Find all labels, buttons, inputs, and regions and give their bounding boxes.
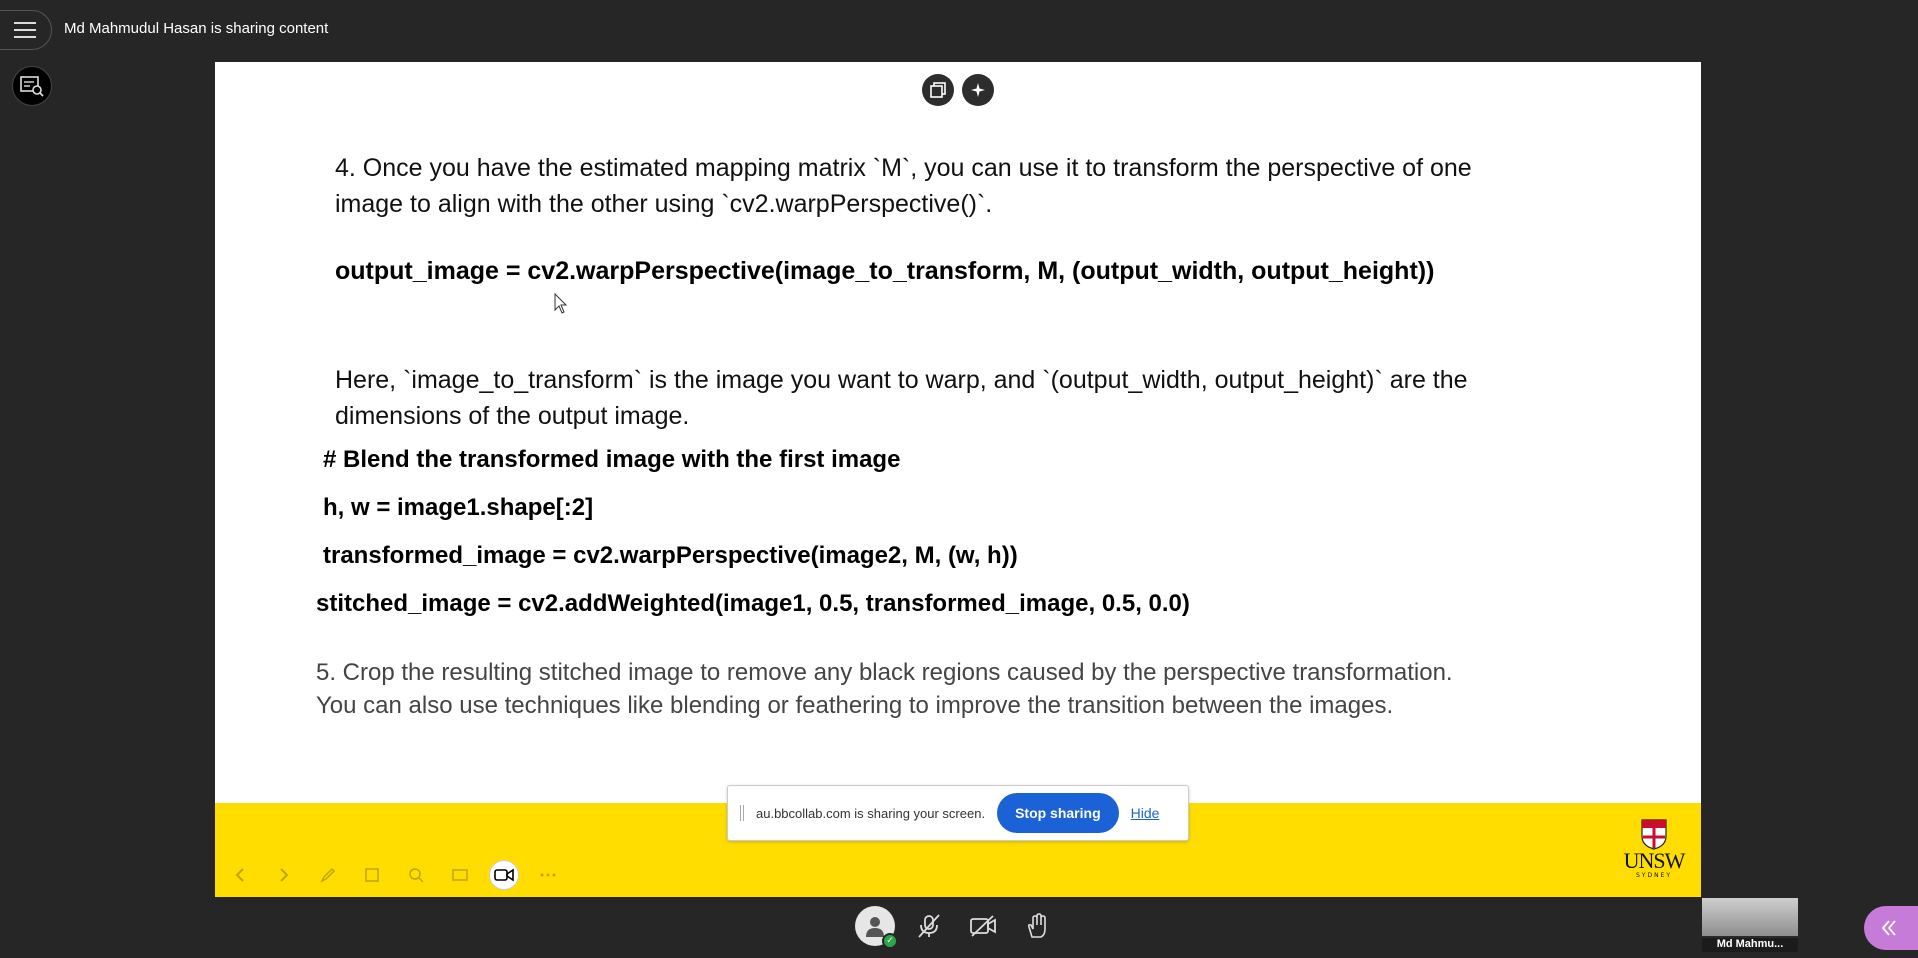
step-4-text: 4. Once you have the estimated mapping m… (335, 154, 1472, 218)
logo-wordmark: UNSW (1623, 848, 1686, 873)
captions-button[interactable] (12, 66, 52, 106)
code-comment: # Blend the transformed image with the f… (323, 446, 901, 473)
chevron-left-icon (235, 868, 244, 882)
hand-raise-icon (1027, 913, 1046, 938)
unsw-logo: UNSW SYDNEY (1619, 818, 1689, 894)
more-icon (540, 873, 556, 877)
chevron-right-icon (280, 868, 289, 882)
slide-controls (225, 860, 563, 890)
shared-slide: 4. Once you have the estimated mapping m… (215, 62, 1701, 897)
participant-video-tile[interactable]: Md Mahmu... (1702, 898, 1798, 952)
code-shape-line: h, w = image1.shape[:2] (323, 494, 594, 521)
zoom-button[interactable] (401, 860, 431, 890)
captions-icon (20, 76, 44, 97)
sparkle-icon (971, 83, 985, 97)
session-controls: ✓ (855, 906, 1057, 949)
pen-tool-button[interactable] (313, 860, 343, 890)
code-stitched-line: stitched_image = cv2.addWeighted(image1,… (316, 590, 1190, 617)
code-transformed-line: transformed_image = cv2.warpPerspective(… (323, 542, 1018, 569)
ai-assist-button[interactable] (962, 74, 994, 106)
share-message: au.bbcollab.com is sharing your screen. (756, 805, 986, 821)
video-camera-icon (494, 868, 514, 882)
camera-off-icon (970, 915, 996, 937)
pen-icon (320, 867, 336, 883)
code-output-line: output_image = cv2.warpPerspective(image… (335, 257, 1435, 285)
collaborate-session: Md Mahmudul Hasan is sharing content 4. … (0, 0, 1918, 958)
microphone-button[interactable] (909, 906, 949, 946)
shape-icon (365, 868, 379, 882)
camera-button[interactable] (963, 906, 1003, 946)
step-5-text: 5. Crop the resulting stitched image to … (316, 659, 1453, 719)
prev-slide-button[interactable] (225, 860, 255, 890)
sharing-title: Md Mahmudul Hasan is sharing content (64, 20, 329, 37)
menu-icon (14, 22, 36, 24)
crest-icon (1641, 819, 1667, 850)
raise-hand-button[interactable] (1017, 906, 1057, 946)
participant-name: Md Mahmu... (1702, 936, 1798, 952)
hide-link[interactable]: Hide (1131, 805, 1160, 821)
open-collaborate-panel-button[interactable] (1864, 906, 1918, 950)
text-tool-button[interactable] (445, 860, 475, 890)
zoom-icon (409, 868, 424, 883)
shape-tool-button[interactable] (357, 860, 387, 890)
stop-sharing-button[interactable]: Stop sharing (997, 793, 1119, 833)
copy-button[interactable] (922, 74, 954, 106)
copy-icon (930, 82, 946, 98)
collaborate-panel-icon (1881, 920, 1896, 936)
my-status-button[interactable]: ✓ (855, 906, 898, 949)
menu-button[interactable] (0, 10, 52, 50)
logo-subtext: SYDNEY (1635, 872, 1673, 879)
more-options-button[interactable] (533, 860, 563, 890)
status-ok-icon: ✓ (882, 933, 898, 949)
slide-toolbar (922, 74, 994, 106)
screen-share-notice: au.bbcollab.com is sharing your screen. … (727, 785, 1189, 841)
text-box-icon (452, 869, 468, 881)
explanation-text: Here, `image_to_transform` is the image … (335, 366, 1468, 430)
camera-share-button[interactable] (489, 860, 519, 890)
drag-handle[interactable] (740, 805, 744, 821)
next-slide-button[interactable] (269, 860, 299, 890)
mic-off-icon (918, 914, 940, 938)
mouse-cursor-icon (554, 293, 568, 314)
